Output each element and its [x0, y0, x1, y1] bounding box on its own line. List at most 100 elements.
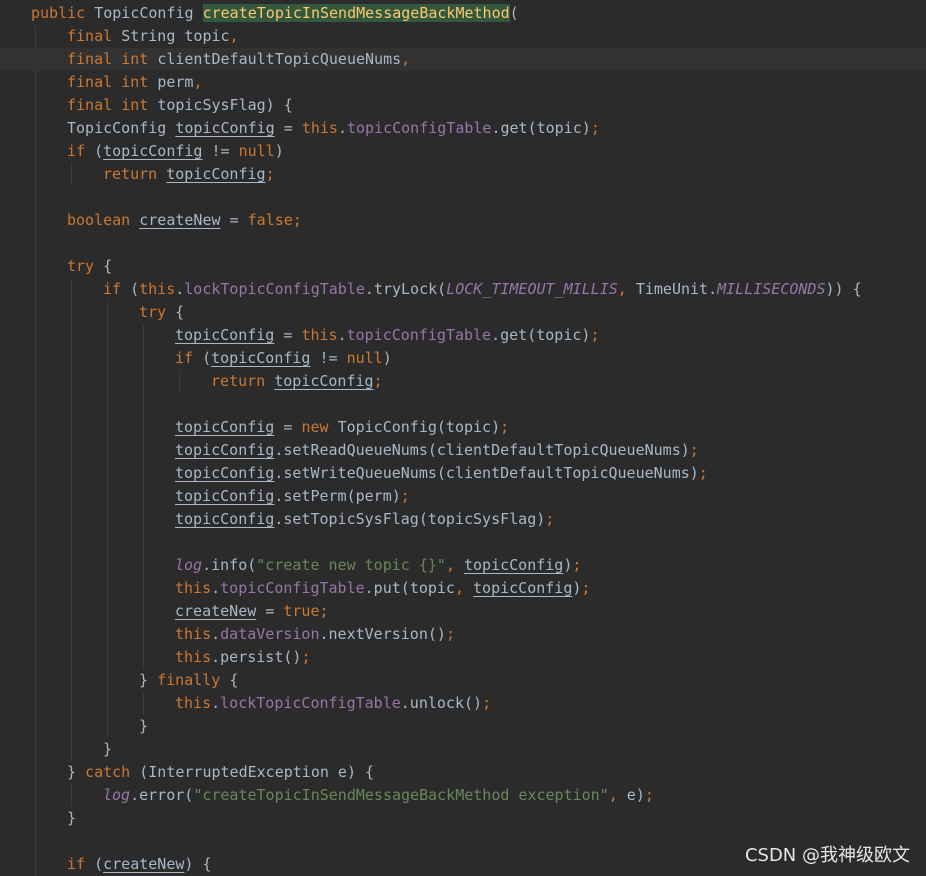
code-token: }: [67, 763, 86, 781]
code-token: null: [346, 349, 383, 367]
code-token: ,: [608, 786, 627, 804]
code-token: =: [256, 602, 284, 620]
code-content: return topicConfig;: [103, 163, 275, 186]
code-line[interactable]: topicConfig = new TopicConfig(topic);: [0, 416, 926, 439]
code-token: ;: [292, 211, 302, 229]
code-content: if (topicConfig != null): [67, 140, 284, 163]
code-line[interactable]: [0, 186, 926, 209]
code-token: ;: [500, 418, 510, 436]
code-token: null: [238, 142, 275, 160]
code-line[interactable]: return topicConfig;: [0, 163, 926, 186]
code-token: {: [103, 257, 113, 275]
code-token: ;: [545, 510, 555, 528]
code-content: this.lockTopicConfigTable.unlock();: [175, 692, 491, 715]
code-line[interactable]: final String topic,: [0, 25, 926, 48]
code-token: LOCK_TIMEOUT_MILLIS: [446, 280, 618, 298]
code-line[interactable]: return topicConfig;: [0, 370, 926, 393]
code-line[interactable]: } finally {: [0, 669, 926, 692]
code-line[interactable]: [0, 393, 926, 416]
code-token: boolean: [67, 211, 140, 229]
code-line[interactable]: topicConfig = this.topicConfigTable.get(…: [0, 324, 926, 347]
code-content: public TopicConfig createTopicInSendMess…: [31, 2, 519, 25]
code-token: ,: [193, 73, 203, 91]
code-content: return topicConfig;: [211, 370, 383, 393]
code-content: topicConfig.setReadQueueNums(clientDefau…: [175, 439, 699, 462]
code-line[interactable]: this.persist();: [0, 646, 926, 669]
code-token: createNew: [103, 855, 185, 873]
code-line[interactable]: this.topicConfigTable.put(topic, topicCo…: [0, 577, 926, 600]
code-line[interactable]: }: [0, 715, 926, 738]
code-token: perm: [157, 73, 194, 91]
code-content: log.info("create new topic {}", topicCon…: [175, 554, 581, 577]
code-token: TopicConfig: [67, 119, 176, 137]
code-line[interactable]: }: [0, 738, 926, 761]
code-token: ;: [590, 119, 600, 137]
code-line[interactable]: [0, 531, 926, 554]
code-token: ;: [581, 579, 591, 597]
code-token: topicConfigTable: [220, 579, 365, 597]
code-token: !=: [310, 349, 347, 367]
code-content: boolean createNew = false;: [67, 209, 302, 232]
code-line[interactable]: [0, 232, 926, 255]
code-token: ,: [401, 50, 411, 68]
code-token: .: [337, 326, 347, 344]
code-line[interactable]: if (topicConfig != null): [0, 140, 926, 163]
code-line[interactable]: boolean createNew = false;: [0, 209, 926, 232]
code-token: final: [67, 50, 122, 68]
code-line[interactable]: if (this.lockTopicConfigTable.tryLock(LO…: [0, 278, 926, 301]
code-token: }: [139, 717, 149, 735]
code-content: this.topicConfigTable.put(topic, topicCo…: [175, 577, 590, 600]
code-token: !=: [202, 142, 239, 160]
code-line[interactable]: topicConfig.setReadQueueNums(clientDefau…: [0, 439, 926, 462]
code-line[interactable]: final int clientDefaultTopicQueueNums,: [0, 48, 926, 71]
code-token: final: [67, 27, 122, 45]
code-line[interactable]: createNew = true;: [0, 600, 926, 623]
code-line[interactable]: if (topicConfig != null): [0, 347, 926, 370]
code-line[interactable]: } catch (InterruptedException e) {: [0, 761, 926, 784]
code-line[interactable]: topicConfig.setTopicSysFlag(topicSysFlag…: [0, 508, 926, 531]
code-token: .setReadQueueNums(clientDefaultTopicQueu…: [274, 441, 690, 459]
code-token: ,: [454, 579, 474, 597]
code-line[interactable]: try {: [0, 255, 926, 278]
code-content: final int topicSysFlag) {: [67, 94, 293, 117]
code-token: dataVersion: [220, 625, 320, 643]
code-line[interactable]: topicConfig.setPerm(perm);: [0, 485, 926, 508]
code-line[interactable]: log.info("create new topic {}", topicCon…: [0, 554, 926, 577]
code-token: =: [274, 326, 302, 344]
code-token: lockTopicConfigTable: [184, 280, 365, 298]
code-token: topicConfig: [175, 464, 275, 482]
code-editor[interactable]: public TopicConfig createTopicInSendMess…: [0, 0, 926, 876]
code-line[interactable]: log.error("createTopicInSendMessageBackM…: [0, 784, 926, 807]
code-content: TopicConfig topicConfig = this.topicConf…: [67, 117, 600, 140]
code-token: topicConfig: [175, 326, 275, 344]
code-token: ,: [445, 556, 464, 574]
code-line[interactable]: this.dataVersion.nextVersion();: [0, 623, 926, 646]
code-content: topicConfig = new TopicConfig(topic);: [175, 416, 509, 439]
code-token: topicConfig: [175, 510, 275, 528]
code-line[interactable]: }: [0, 807, 926, 830]
code-content: if (this.lockTopicConfigTable.tryLock(LO…: [103, 278, 862, 301]
code-line[interactable]: this.lockTopicConfigTable.unlock();: [0, 692, 926, 715]
code-token: =: [274, 418, 302, 436]
code-line[interactable]: TopicConfig topicConfig = this.topicConf…: [0, 117, 926, 140]
code-content: log.error("createTopicInSendMessageBackM…: [103, 784, 654, 807]
code-line[interactable]: public TopicConfig createTopicInSendMess…: [0, 2, 926, 25]
code-content: this.dataVersion.nextVersion();: [175, 623, 455, 646]
code-token: TopicConfig(topic): [337, 418, 501, 436]
code-token: .persist(): [211, 648, 302, 666]
code-content: topicConfig.setPerm(perm);: [175, 485, 410, 508]
code-token: log: [175, 556, 203, 574]
code-token: final: [67, 73, 122, 91]
code-token: createNew: [175, 602, 257, 620]
code-token: false: [247, 211, 293, 229]
code-token: if: [103, 280, 131, 298]
code-token: topicConfig: [175, 119, 275, 137]
code-token: {: [229, 671, 239, 689]
code-line[interactable]: try {: [0, 301, 926, 324]
code-token: this: [175, 648, 212, 666]
code-line[interactable]: topicConfig.setWriteQueueNums(clientDefa…: [0, 462, 926, 485]
code-line[interactable]: final int perm,: [0, 71, 926, 94]
code-line[interactable]: final int topicSysFlag) {: [0, 94, 926, 117]
code-token: topicConfigTable: [346, 326, 492, 344]
code-token: topicConfig: [175, 441, 275, 459]
